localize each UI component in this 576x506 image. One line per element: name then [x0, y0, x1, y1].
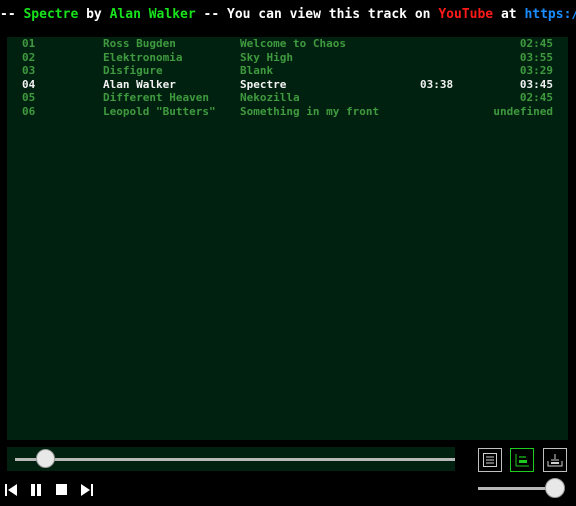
ticker-artist-name: Alan Walker [109, 7, 196, 22]
stop-button[interactable] [54, 482, 70, 498]
track-artist: Disfigure [103, 64, 163, 78]
track-title: Sky High [240, 50, 293, 64]
track-duration: undefined [493, 105, 553, 118]
skip-back-icon [5, 484, 17, 496]
track-duration: 03:29 [519, 64, 553, 78]
track-title: Blank [240, 64, 274, 78]
list-view-button[interactable] [478, 448, 502, 472]
playlist-icon [515, 454, 529, 467]
track-number: 01 [22, 37, 36, 50]
track-duration: 02:45 [519, 91, 553, 105]
seek-handle[interactable] [36, 449, 56, 468]
volume-handle[interactable] [545, 478, 565, 498]
track-number: 05 [22, 91, 36, 105]
playlist-row[interactable]: 02 Elektronomia Sky High 03:55 [7, 51, 568, 65]
now-playing-ticker: -- Spectre by Alan Walker -- You can vie… [0, 5, 576, 25]
track-duration: 03:45 [519, 77, 553, 91]
playlist-row[interactable]: 06 Leopold "Butters" Something in my fro… [7, 105, 568, 119]
skip-forward-icon [81, 484, 93, 496]
track-number: 03 [22, 64, 36, 78]
track-number: 02 [22, 50, 36, 64]
list-icon [483, 453, 497, 467]
track-elapsed: 03:38 [420, 77, 454, 91]
queue-icon [547, 454, 563, 467]
track-artist: Leopold "Butters" [103, 105, 216, 118]
track-duration: 03:55 [519, 50, 553, 64]
playlist-row[interactable]: 01 Ross Bugden Welcome to Chaos 02:45 [7, 37, 568, 51]
playlist-view-button[interactable] [510, 448, 534, 472]
track-artist: Alan Walker [103, 77, 176, 91]
playlist-row-current[interactable]: 04 Alan Walker Spectre 03:38 03:45 [7, 78, 568, 92]
track-artist: Ross Bugden [103, 37, 176, 50]
track-title: Something in my front [240, 105, 380, 118]
ticker-url-link[interactable]: https://w [524, 7, 576, 22]
track-duration: 02:45 [519, 37, 553, 50]
seek-bar[interactable] [7, 447, 455, 471]
track-artist: Different Heaven [103, 91, 209, 105]
track-title: Welcome to Chaos [240, 37, 346, 50]
pause-icon [31, 484, 41, 496]
track-title: Nekozilla [240, 91, 300, 105]
previous-track-button[interactable] [3, 482, 19, 498]
next-track-button[interactable] [79, 482, 95, 498]
ticker-middle-text: -- You can view this track on [195, 7, 439, 22]
pause-button[interactable] [28, 482, 44, 498]
seek-track[interactable] [15, 458, 455, 461]
track-artist: Elektronomia [103, 50, 183, 64]
ticker-youtube-link[interactable]: YouTube [438, 7, 493, 22]
track-number: 04 [22, 77, 36, 91]
stop-icon [56, 484, 67, 495]
queue-view-button[interactable] [543, 448, 567, 472]
playlist-row[interactable]: 03 Disfigure Blank 03:29 [7, 64, 568, 78]
playlist-row[interactable]: 05 Different Heaven Nekozilla 02:45 [7, 91, 568, 105]
ticker-prefix: -- [0, 7, 24, 22]
ticker-track-name: Spectre [23, 7, 79, 22]
ticker-at: at [493, 7, 525, 22]
track-title: Spectre [240, 77, 287, 91]
playlist-panel: 01 Ross Bugden Welcome to Chaos 02:45 02… [7, 37, 568, 440]
track-number: 06 [22, 105, 36, 118]
ticker-by: by [78, 7, 110, 22]
